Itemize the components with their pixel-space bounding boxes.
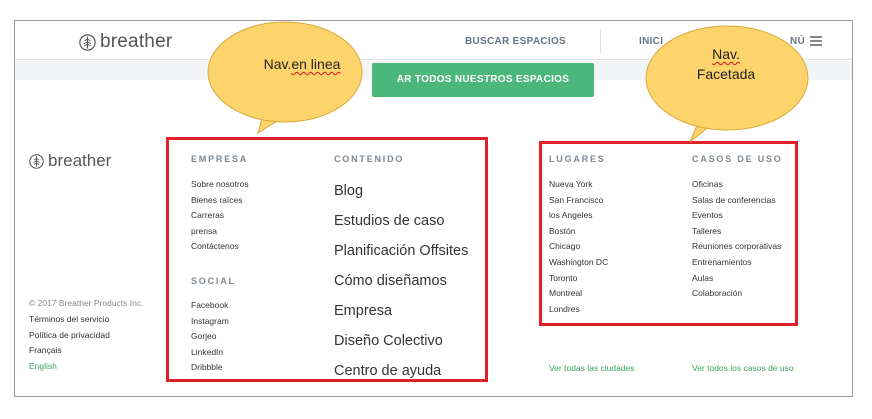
terms-link[interactable]: Términos del servicio bbox=[29, 312, 110, 328]
see-all-cities-link[interactable]: Ver todas las ciudades bbox=[549, 363, 635, 373]
faceted-nav-highlight-box bbox=[539, 141, 798, 326]
faceted-nav-label: Nav. Facetada bbox=[696, 46, 756, 82]
leaf-logo-icon bbox=[79, 33, 96, 51]
view-all-spaces-button[interactable]: AR TODOS NUESTROS ESPACIOS bbox=[372, 63, 594, 97]
language-french-link[interactable]: Français bbox=[29, 343, 110, 359]
footer-logo[interactable]: breather bbox=[29, 151, 111, 171]
footer-brand-name: breather bbox=[48, 151, 112, 170]
nav-menu-label[interactable]: NÚ bbox=[790, 36, 805, 47]
nav-search-spaces[interactable]: BUSCAR ESPACIOS bbox=[465, 36, 566, 47]
brand-logo[interactable]: breather bbox=[79, 31, 172, 53]
legal-links: Términos del servicio Política de privac… bbox=[29, 312, 110, 374]
nav-divider bbox=[600, 29, 601, 53]
inline-nav-highlight-box bbox=[166, 137, 488, 382]
leaf-logo-icon bbox=[29, 153, 44, 169]
nav-login[interactable]: INICI bbox=[639, 36, 663, 47]
privacy-link[interactable]: Política de privacidad bbox=[29, 328, 110, 344]
hamburger-menu-icon[interactable] bbox=[810, 36, 822, 46]
see-all-use-cases-link[interactable]: Ver todos los casos de uso bbox=[692, 363, 794, 373]
language-english-link[interactable]: English bbox=[29, 359, 110, 375]
copyright-text: © 2017 Breather Products Inc. bbox=[29, 298, 144, 308]
brand-name: breather bbox=[100, 31, 173, 52]
inline-nav-label: Nav.en linea bbox=[263, 56, 341, 72]
